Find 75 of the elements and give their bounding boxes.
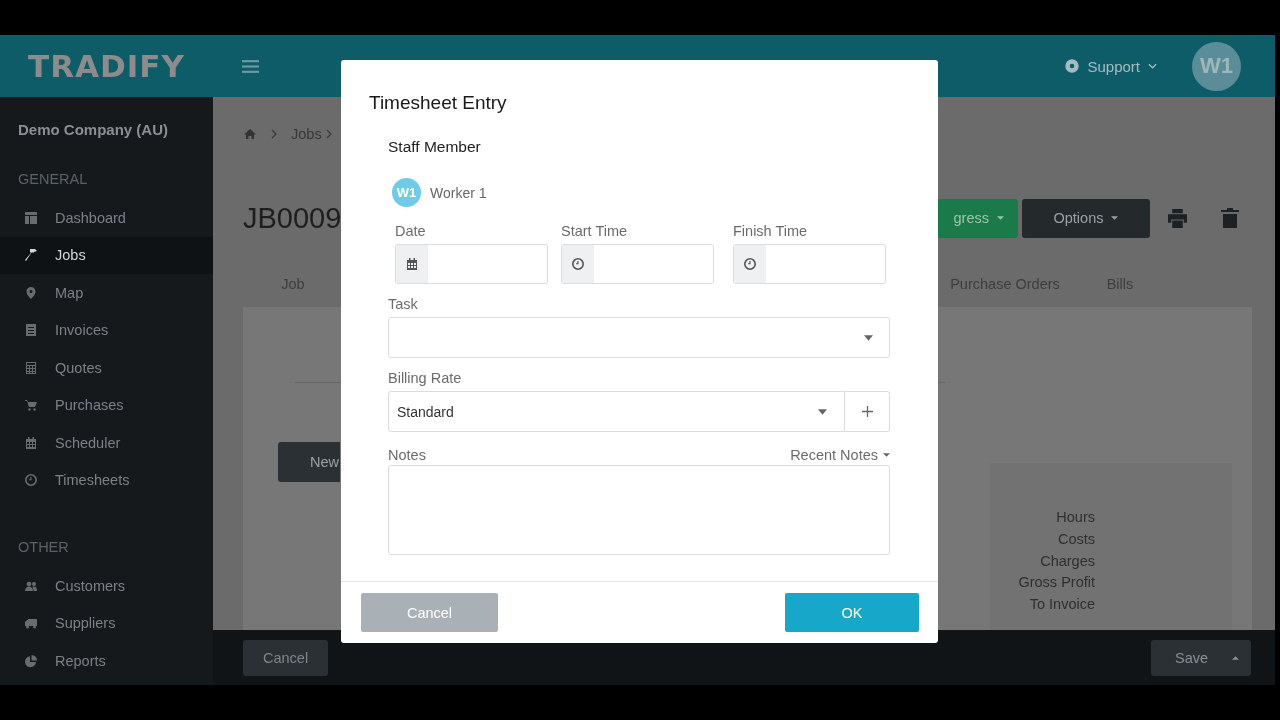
- dialog-title: Timesheet Entry: [368, 91, 508, 115]
- field-label: Staff Member: [388, 138, 482, 156]
- caret-icon: [997, 216, 1004, 220]
- field-label: Date: [395, 223, 427, 241]
- calculator-icon: [24, 360, 38, 375]
- nav-item[interactable]: Map: [0, 274, 213, 312]
- cancel-button[interactable]: Cancel: [243, 639, 329, 676]
- support-label: Support: [1087, 57, 1140, 75]
- truck-icon: [24, 616, 38, 631]
- caret-icon: [1111, 216, 1119, 220]
- cart-icon: [24, 398, 38, 413]
- input-field[interactable]: [733, 244, 886, 284]
- caret-icon: [1232, 655, 1239, 660]
- field-label: Finish Time: [733, 223, 809, 241]
- status-button[interactable]: gress: [936, 198, 1018, 238]
- nav-item[interactable]: Dashboard: [0, 199, 213, 237]
- staff-avatar: W1: [392, 178, 421, 207]
- document-icon: [24, 323, 38, 338]
- section-heading: GENERAL: [17, 170, 89, 189]
- map-pin-icon: [24, 285, 38, 300]
- input-field[interactable]: [395, 244, 548, 284]
- clock-icon: [24, 473, 38, 488]
- staff-name: Worker 1: [430, 184, 487, 201]
- new-button[interactable]: New: [278, 442, 340, 482]
- nav-item[interactable]: Jobs: [0, 236, 213, 274]
- job-title: JB0009: [243, 201, 342, 235]
- home-icon[interactable]: [243, 128, 257, 140]
- print-icon[interactable]: [1167, 208, 1188, 228]
- pie-chart-icon: [24, 653, 38, 668]
- field-label: Billing Rate: [388, 370, 463, 388]
- clock-icon: [743, 257, 757, 271]
- hammer-icon: [24, 248, 38, 263]
- task-select[interactable]: [388, 317, 890, 358]
- add-button[interactable]: [845, 391, 890, 432]
- menu-icon[interactable]: [242, 59, 259, 73]
- caret-icon: [818, 408, 827, 415]
- summary-label: Gross Profit: [1018, 573, 1095, 593]
- billing-rate-select[interactable]: Standard: [388, 391, 845, 432]
- calendar-icon: [405, 257, 419, 271]
- company-name: Demo Company (AU): [17, 120, 169, 138]
- summary-label: To Invoice: [1029, 595, 1095, 615]
- nav-item[interactable]: Timesheets: [0, 461, 213, 499]
- field-label: Task: [388, 296, 419, 314]
- ok-button[interactable]: OK: [785, 593, 919, 632]
- save-button[interactable]: Save: [1151, 639, 1251, 676]
- summary-label: Costs: [1057, 529, 1095, 549]
- input-field[interactable]: [561, 244, 714, 284]
- notes-field[interactable]: [388, 465, 890, 555]
- logo[interactable]: TRADIFY: [0, 48, 213, 84]
- field-label: Start Time: [561, 223, 629, 241]
- nav-item[interactable]: Purchases: [0, 386, 213, 424]
- dashboard-icon: [24, 210, 38, 225]
- chevron-down-icon: [1148, 63, 1157, 69]
- summary-label: Charges: [1040, 551, 1095, 571]
- nav-item[interactable]: Invoices: [0, 311, 213, 349]
- section-heading: OTHER: [17, 538, 70, 557]
- chevron-right-icon: [325, 129, 332, 139]
- calendar-icon: [24, 435, 38, 450]
- recent-notes-dropdown[interactable]: Recent Notes: [790, 446, 890, 463]
- delete-icon[interactable]: [1221, 208, 1239, 228]
- caret-icon: [883, 452, 890, 457]
- chevron-right-icon: [271, 129, 277, 139]
- plus-icon: [861, 406, 873, 417]
- options-button[interactable]: Options: [1022, 198, 1150, 238]
- nav-item[interactable]: Suppliers: [0, 604, 213, 642]
- caret-icon: [864, 334, 873, 341]
- lifebuoy-icon: [1065, 59, 1080, 73]
- field-label: Notes: [388, 446, 426, 463]
- nav-item[interactable]: Customers: [0, 567, 213, 605]
- nav-item[interactable]: Scheduler: [0, 424, 213, 462]
- summary-label: Hours: [1056, 508, 1095, 527]
- nav-item[interactable]: Reports: [0, 642, 213, 680]
- clock-icon: [571, 257, 585, 271]
- nav-item[interactable]: Quotes: [0, 349, 213, 387]
- support-menu[interactable]: Support: [1065, 57, 1157, 75]
